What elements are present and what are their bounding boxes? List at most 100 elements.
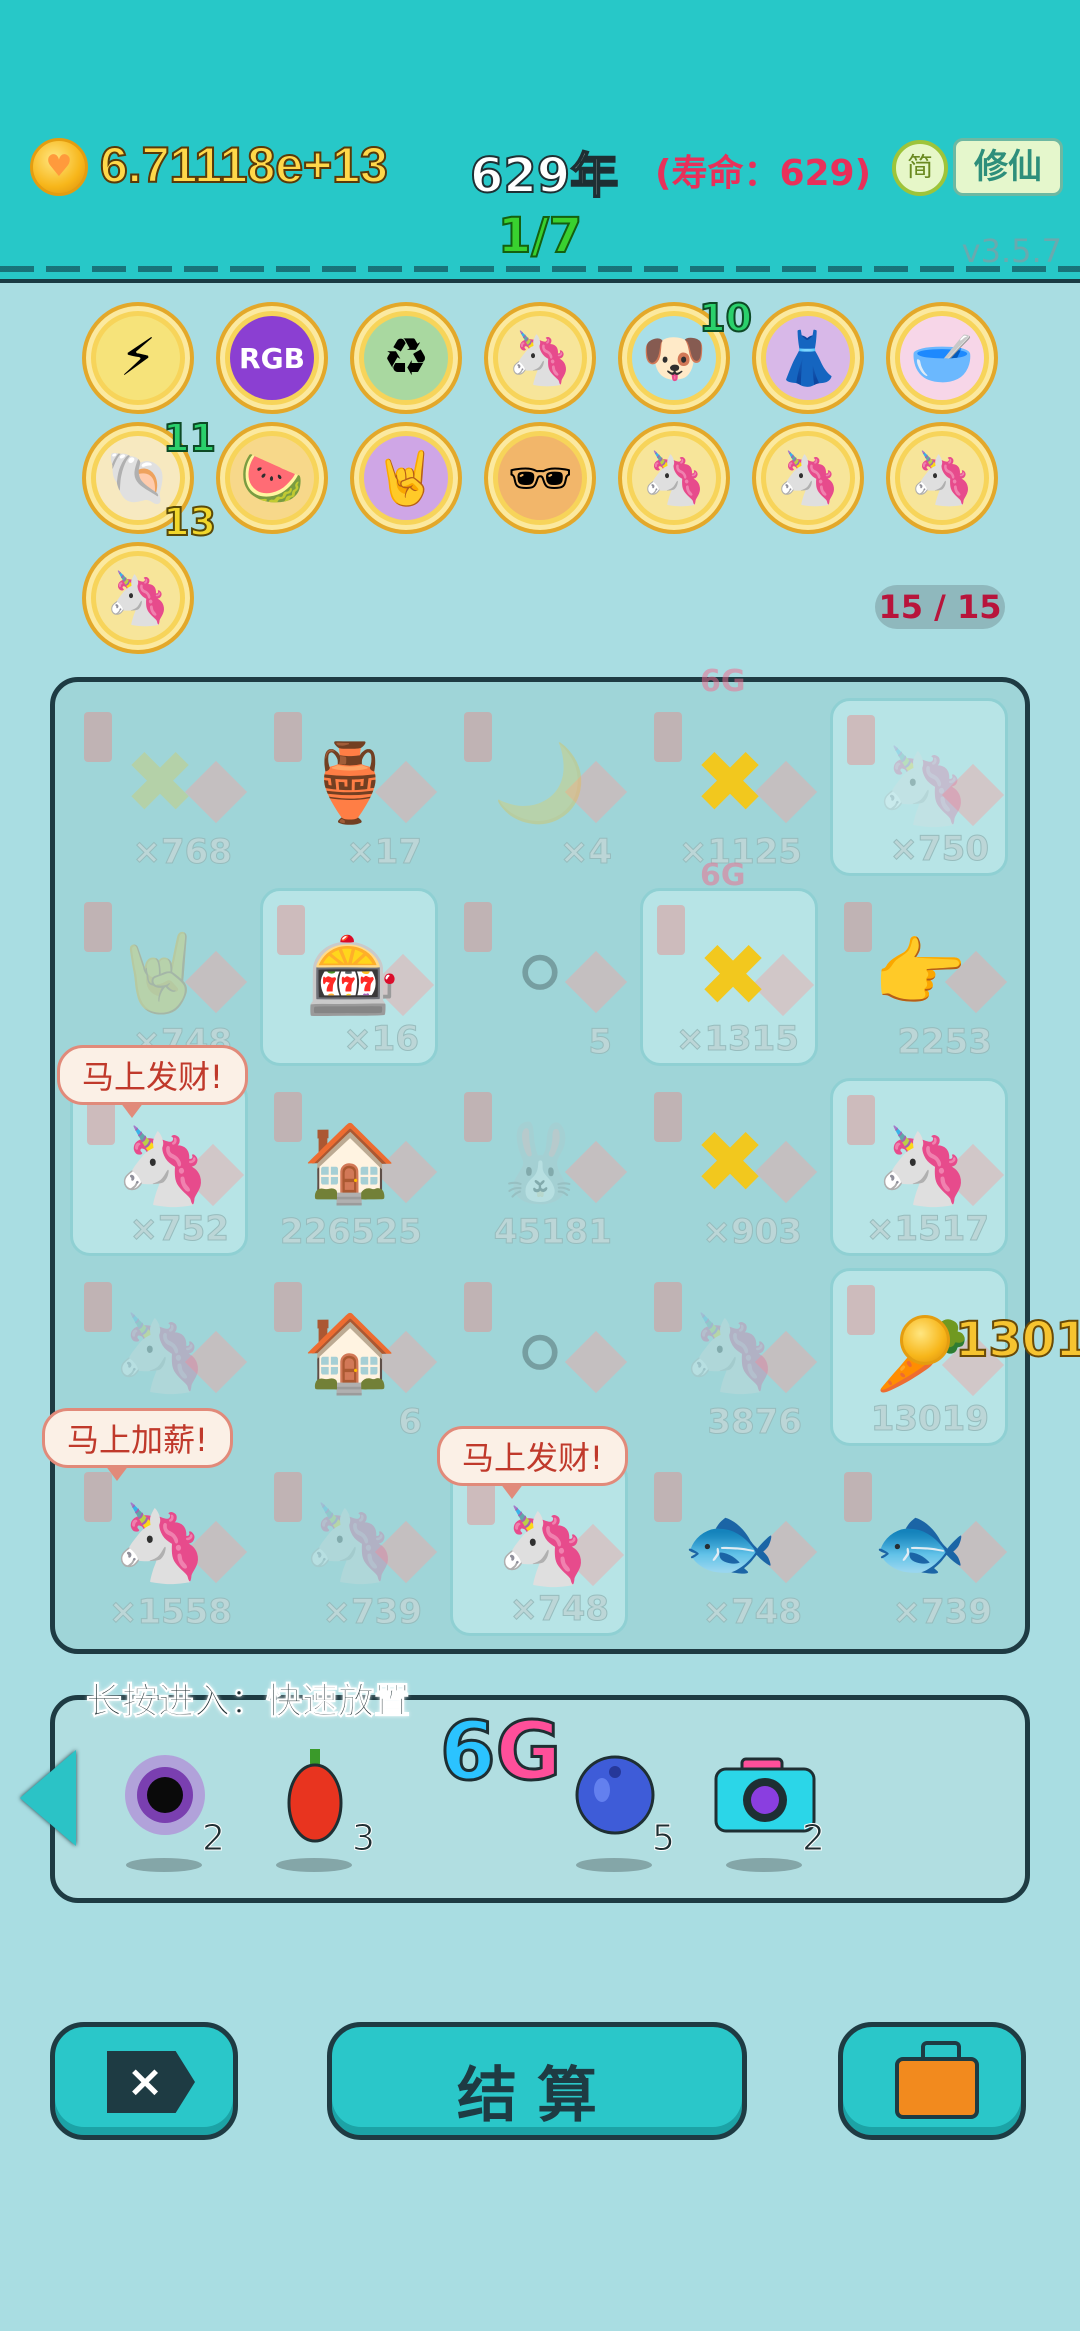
fruit-basket-icon: 🍉 bbox=[230, 436, 314, 520]
rarity-tag bbox=[274, 1472, 302, 1522]
speech-bubble-fortune: 马上发财! bbox=[437, 1426, 628, 1499]
6g-label: 6G bbox=[700, 858, 746, 893]
board-cell[interactable]: ✖ ×1125 bbox=[640, 698, 818, 876]
board-cell[interactable]: 🏠 226525 bbox=[260, 1078, 438, 1256]
skill-orb[interactable]: RGB bbox=[216, 302, 328, 414]
board-cell[interactable]: 🏺 ×17 bbox=[260, 698, 438, 876]
coin-balance: 6.71118e+13 bbox=[99, 136, 389, 194]
rarity-tag bbox=[464, 902, 492, 952]
claw-machine-icon: 🎰 bbox=[305, 931, 401, 1020]
rarity-tag bbox=[464, 712, 492, 762]
rarity-tag bbox=[277, 905, 305, 955]
board-cell[interactable]: 🎰 ×16 bbox=[260, 888, 438, 1066]
rarity-tag bbox=[654, 712, 682, 762]
header-divider bbox=[0, 266, 1080, 272]
backpack-button[interactable] bbox=[838, 2022, 1026, 2140]
unicorn-icon: 🦄 bbox=[498, 316, 582, 400]
skill-orb[interactable]: 🐚 11 13 bbox=[82, 415, 217, 545]
tray-left-arrow-icon[interactable] bbox=[20, 1750, 76, 1846]
board-cell[interactable]: ✖ ×1315 bbox=[640, 888, 818, 1066]
skill-level: 11 bbox=[162, 415, 217, 461]
board-cell[interactable]: 🌙 ×4 bbox=[450, 698, 628, 876]
tray-item-count: 2 bbox=[802, 1818, 826, 1860]
6g-label: 6G bbox=[700, 664, 746, 699]
board-cell[interactable]: ✖ ×768 bbox=[70, 698, 248, 876]
rarity-tag bbox=[84, 712, 112, 762]
board-cell[interactable]: ✖ ×903 bbox=[640, 1078, 818, 1256]
skill-orb[interactable]: 🤘 bbox=[350, 422, 462, 534]
unicorn-icon: 🦄 bbox=[302, 1498, 398, 1587]
unicorn-icon: 🦄 bbox=[495, 1501, 591, 1590]
6g-label-part: G bbox=[494, 1704, 563, 1800]
recycle-icon: ♻ bbox=[364, 316, 448, 400]
cell-quantity: 6 bbox=[398, 1402, 423, 1443]
board-cell[interactable]: 🦄 ×1558 bbox=[70, 1458, 248, 1636]
board-cell[interactable]: 🐟 ×748 bbox=[640, 1458, 818, 1636]
skill-orb[interactable]: 🍉 bbox=[216, 422, 328, 534]
simplified-chinese-button[interactable]: 简 bbox=[892, 140, 948, 196]
skill-orb[interactable]: 🦄 bbox=[752, 422, 864, 534]
unicorn-icon: 🦄 bbox=[875, 741, 971, 830]
koi-fish-icon: 🐟 bbox=[682, 1498, 778, 1587]
unicorn-icon: 🦄 bbox=[115, 1121, 211, 1210]
unicorn-icon: 🦄 bbox=[875, 1121, 971, 1210]
bunny-icon: 🐰 bbox=[492, 1118, 588, 1207]
board-cell[interactable]: 🦄 3876 bbox=[640, 1268, 818, 1446]
skill-orb[interactable]: 🦄 bbox=[618, 422, 730, 534]
item-shadow bbox=[726, 1858, 802, 1872]
coin-icon bbox=[900, 1315, 950, 1365]
rock-hand-icon: 🤘 bbox=[112, 928, 208, 1017]
skill-orb[interactable]: 🦄 bbox=[484, 302, 596, 414]
cell-quantity: ×748 bbox=[509, 1589, 609, 1630]
tray-item-count: 3 bbox=[352, 1818, 376, 1860]
lightning-icon: ⚡ bbox=[96, 316, 180, 400]
board-cell[interactable]: 🦄 ×739 bbox=[260, 1458, 438, 1636]
pin-bowls-icon: 🥣 bbox=[900, 316, 984, 400]
skill-orb[interactable]: 🥣 bbox=[886, 302, 998, 414]
sunglasses-icon: 🕶 bbox=[498, 436, 582, 520]
cell-quantity: 3876 bbox=[707, 1402, 803, 1443]
item-shadow bbox=[126, 1858, 202, 1872]
skill-orb[interactable]: ⚡ bbox=[82, 302, 194, 414]
cell-quantity: ×748 bbox=[702, 1592, 802, 1633]
cell-quantity: ×1558 bbox=[108, 1592, 232, 1633]
board-cell[interactable]: 🐟 ×739 bbox=[830, 1458, 1008, 1636]
rarity-tag bbox=[654, 1282, 682, 1332]
version-label: v3.5.7 bbox=[961, 232, 1062, 270]
wave-progress: 1/7 bbox=[497, 207, 583, 265]
cell-quantity: 226525 bbox=[280, 1212, 423, 1253]
coin-icon bbox=[30, 138, 88, 196]
skill-orb[interactable]: 🐶 10 bbox=[618, 295, 753, 414]
bunny-house-icon: 🏠 bbox=[302, 1118, 398, 1207]
board-cell[interactable]: 👉 2253 bbox=[830, 888, 1008, 1066]
cell-quantity: ×752 bbox=[129, 1209, 229, 1250]
cross-icon: ✖ bbox=[693, 733, 767, 833]
ball-icon: ⚪ bbox=[508, 928, 572, 1018]
lifespan-label: (寿命：629) bbox=[655, 153, 872, 194]
exit-button[interactable]: × bbox=[50, 2022, 238, 2140]
cell-quantity: 45181 bbox=[493, 1212, 612, 1253]
speech-bubble-raise: 马上加薪! bbox=[42, 1408, 233, 1481]
skill-orb[interactable]: 🦄 bbox=[82, 542, 194, 654]
moon-icon: 🌙 bbox=[492, 738, 588, 827]
rarity-tag bbox=[84, 902, 112, 952]
skill-orb[interactable]: 🦄 bbox=[886, 422, 998, 534]
slot-count-badge: 15 / 15 bbox=[875, 585, 1005, 629]
board-cell[interactable]: 🏠 6 bbox=[260, 1268, 438, 1446]
skill-orb[interactable]: 🕶 bbox=[484, 422, 596, 534]
board-cell[interactable]: 🐰 45181 bbox=[450, 1078, 628, 1256]
cross-icon: ✖ bbox=[696, 926, 770, 1026]
rarity-tag bbox=[847, 1285, 875, 1335]
skill-orb[interactable]: 👗 bbox=[752, 302, 864, 414]
board-cell[interactable]: ⚪ 5 bbox=[450, 888, 628, 1066]
settle-button-label: 结算 bbox=[457, 2061, 617, 2131]
board-cell[interactable]: 🦄 ×750 bbox=[830, 698, 1008, 876]
cell-quantity: ×739 bbox=[892, 1592, 992, 1633]
board-cell[interactable]: 🦄 ×1517 bbox=[830, 1078, 1008, 1256]
settle-button[interactable]: 结算 bbox=[327, 2022, 747, 2140]
rarity-tag bbox=[274, 1092, 302, 1142]
skill-orb[interactable]: ♻ bbox=[350, 302, 462, 414]
board-cell[interactable]: 🤘 ×748 bbox=[70, 888, 248, 1066]
board-cell[interactable]: ⚪ bbox=[450, 1268, 628, 1446]
xiuxian-button[interactable]: 修仙 bbox=[953, 138, 1063, 196]
